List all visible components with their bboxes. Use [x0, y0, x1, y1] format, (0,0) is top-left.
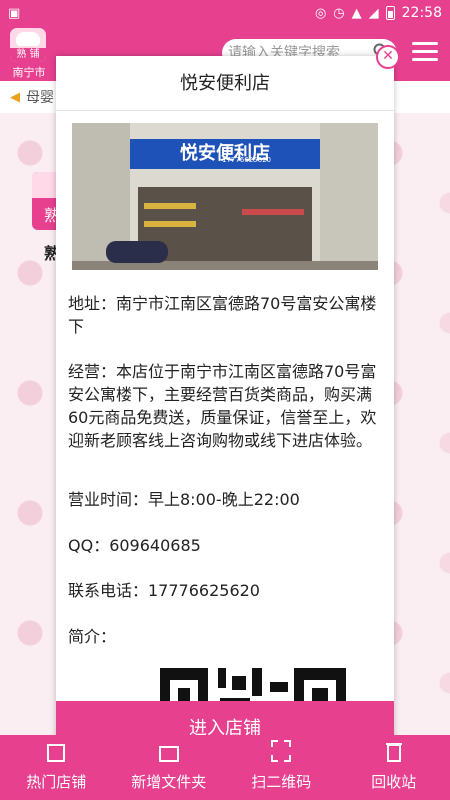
- battery-icon: [385, 6, 395, 20]
- store-intro: 简介：: [68, 627, 117, 646]
- store-phone[interactable]: 联系电话：17776625620: [68, 579, 384, 602]
- close-dialog-button[interactable]: ✕: [376, 45, 400, 69]
- nav-scan-qr[interactable]: 扫二维码: [225, 735, 338, 800]
- speaker-icon: ◀: [10, 89, 20, 105]
- logo-face-icon: [16, 32, 40, 46]
- nav-recycle-bin[interactable]: 回收站: [338, 735, 450, 800]
- scooter: [106, 241, 168, 263]
- notice-text: 母婴: [26, 90, 54, 106]
- location-icon: ◎: [314, 5, 327, 21]
- nav-label: 扫二维码: [251, 773, 312, 791]
- menu-icon[interactable]: [412, 42, 438, 64]
- store-address: 地址：南宁市江南区富德路70号富安公寓楼下: [68, 294, 377, 336]
- nav-label: 新增文件夹: [131, 773, 207, 791]
- app-logo[interactable]: 熟 铺: [10, 28, 46, 62]
- alarm-icon: ◷: [333, 5, 345, 21]
- dialog-title: 悦安便利店: [56, 56, 394, 111]
- nav-label: 热门店铺: [26, 773, 87, 791]
- scan-icon: [271, 740, 292, 762]
- logo-text: 熟 铺: [10, 48, 46, 62]
- nav-new-folder[interactable]: 新增文件夹: [113, 735, 226, 800]
- city-selector[interactable]: 南宁市: [8, 64, 50, 80]
- status-time: 22:58: [401, 5, 442, 21]
- trash-icon: [385, 743, 402, 762]
- nav-hot-stores[interactable]: 热门店铺: [0, 735, 113, 800]
- store-qq: QQ：609640685: [68, 536, 201, 555]
- signal-icon: ◢: [368, 5, 379, 21]
- shop-sign-phone: 17776625620: [222, 156, 271, 164]
- bottom-nav: 热门店铺 新增文件夹 扫二维码 回收站: [0, 735, 450, 800]
- folder-icon: [158, 746, 179, 762]
- store-icon: [47, 744, 66, 762]
- shop-sign: 悦安便利店: [130, 139, 320, 169]
- status-bar: ▣ ◎ ◷ ▲ ◢ 22:58: [0, 0, 450, 26]
- store-info-dialog: 悦安便利店 悦安便利店 17776625620 地址：南宁市江南区富德路70号富…: [56, 56, 394, 756]
- close-icon: ✕: [382, 48, 394, 64]
- nav-label: 回收站: [371, 773, 417, 791]
- gallery-icon: ▣: [8, 5, 21, 21]
- store-photo: 悦安便利店 17776625620: [72, 123, 378, 270]
- store-business: 经营：本店位于南宁市江南区富德路70号富安公寓楼下，主要经营百货类商品，购买满6…: [68, 362, 377, 450]
- store-hours: 营业时间：早上8:00-晚上22:00: [68, 490, 300, 509]
- wifi-icon: ▲: [351, 5, 362, 21]
